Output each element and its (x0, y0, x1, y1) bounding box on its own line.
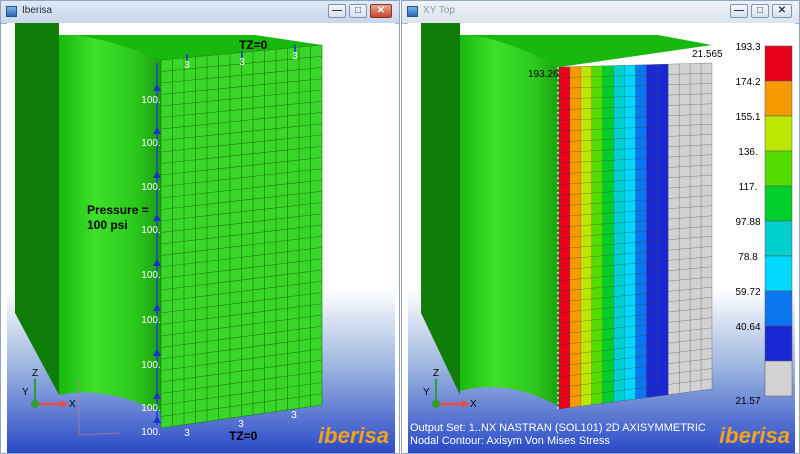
minimize-button[interactable]: — (730, 4, 748, 18)
curved-inner-surface (460, 35, 560, 407)
contour-window-titlebar[interactable]: XY Top — □ ✕ (402, 1, 799, 24)
legend-label: 21.57 (735, 396, 760, 407)
close-button[interactable]: ✕ (772, 4, 792, 18)
legend-swatch (764, 115, 793, 152)
legend-swatch (764, 80, 793, 117)
load-value-label: 100. (141, 225, 160, 236)
load-value-label: 100. (141, 403, 160, 414)
axis-y-label: Y (423, 387, 430, 398)
pressure-label-line1: Pressure = (87, 203, 149, 217)
app-icon (6, 6, 17, 17)
minimize-button[interactable]: — (328, 4, 346, 18)
maximize-button[interactable]: □ (349, 4, 367, 18)
iberisa-logo: iberisa (719, 423, 790, 448)
constraint-label: 3 (184, 428, 190, 439)
legend-swatch (764, 360, 793, 397)
legend-label: 193.3 (735, 42, 760, 53)
legend-swatch (764, 255, 793, 292)
model-viewport[interactable]: 100. 100. 100. 100. 100. 100. 100. 100. 100. 3 3 3… (7, 23, 395, 453)
legend-label: 78.8 (738, 252, 758, 263)
contour-window-title: XY Top (423, 5, 455, 16)
legend-label: 174.2 (735, 77, 760, 88)
legend-label: 40.64 (735, 322, 760, 333)
legend-label: 59.72 (735, 287, 760, 298)
legend-swatch (764, 45, 793, 82)
constraint-label: 3 (292, 51, 298, 62)
contour-mesh (557, 62, 713, 410)
min-value-label: 21.565 (692, 49, 723, 60)
load-value-label: 100. (141, 315, 160, 326)
load-value-label: 100. (141, 138, 160, 149)
axis-x-label: X (470, 399, 477, 410)
legend-swatch (764, 150, 793, 187)
load-value-label: 100. (141, 95, 160, 106)
contour-window[interactable]: XY Top — □ ✕ 193.26 21.565 193.3 174.2 1… (401, 0, 800, 454)
load-value-label: 100. (141, 360, 160, 371)
legend-swatch (764, 290, 793, 327)
load-value-label: 100. (141, 427, 160, 438)
axis-x-label: X (69, 399, 76, 410)
contour-canvas[interactable]: 193.26 21.565 193.3 174.2 155.1 136. 117. 97.… (408, 23, 795, 453)
constraint-label: 3 (239, 57, 245, 68)
legend-swatch (764, 220, 793, 257)
legend-label: 136. (738, 147, 757, 158)
tz-bottom-label: TZ=0 (229, 429, 258, 443)
model-window-titlebar[interactable]: Iberisa — □ ✕ (1, 1, 399, 24)
constraint-label: 3 (184, 60, 190, 71)
legend-label: 97.88 (735, 217, 760, 228)
contour-viewport[interactable]: 193.26 21.565 193.3 174.2 155.1 136. 117. 97.… (408, 23, 795, 453)
legend-swatch (764, 185, 793, 222)
legend-label: 155.1 (735, 112, 760, 123)
iberisa-logo: iberisa (318, 423, 389, 448)
model-canvas[interactable]: 100. 100. 100. 100. 100. 100. 100. 100. 100. 3 3 3… (7, 23, 395, 453)
max-value-label: 193.26 (528, 69, 559, 80)
tz-top-label: TZ=0 (239, 38, 268, 52)
axis-y-label: Y (22, 387, 29, 398)
load-value-label: 100. (141, 270, 160, 281)
model-window[interactable]: Iberisa — □ ✕ 100. 100. 100. 100. 100. 1… (0, 0, 400, 454)
app-icon (407, 6, 418, 17)
legend-swatch (764, 325, 793, 362)
maximize-button[interactable]: □ (751, 4, 769, 18)
axis-z-label: Z (32, 368, 38, 379)
constraint-label: 3 (291, 410, 297, 421)
legend-label: 117. (739, 182, 758, 193)
nodal-contour-text: Nodal Contour: Axisym Von Mises Stress (410, 435, 610, 447)
model-window-title: Iberisa (22, 5, 53, 16)
close-button[interactable]: ✕ (370, 4, 392, 18)
pressure-label-line2: 100 psi (87, 218, 128, 232)
load-value-label: 100. (141, 182, 160, 193)
output-set-text: Output Set: 1..NX NASTRAN (SOL101) 2D AX… (410, 422, 706, 434)
axis-z-label: Z (433, 368, 439, 379)
